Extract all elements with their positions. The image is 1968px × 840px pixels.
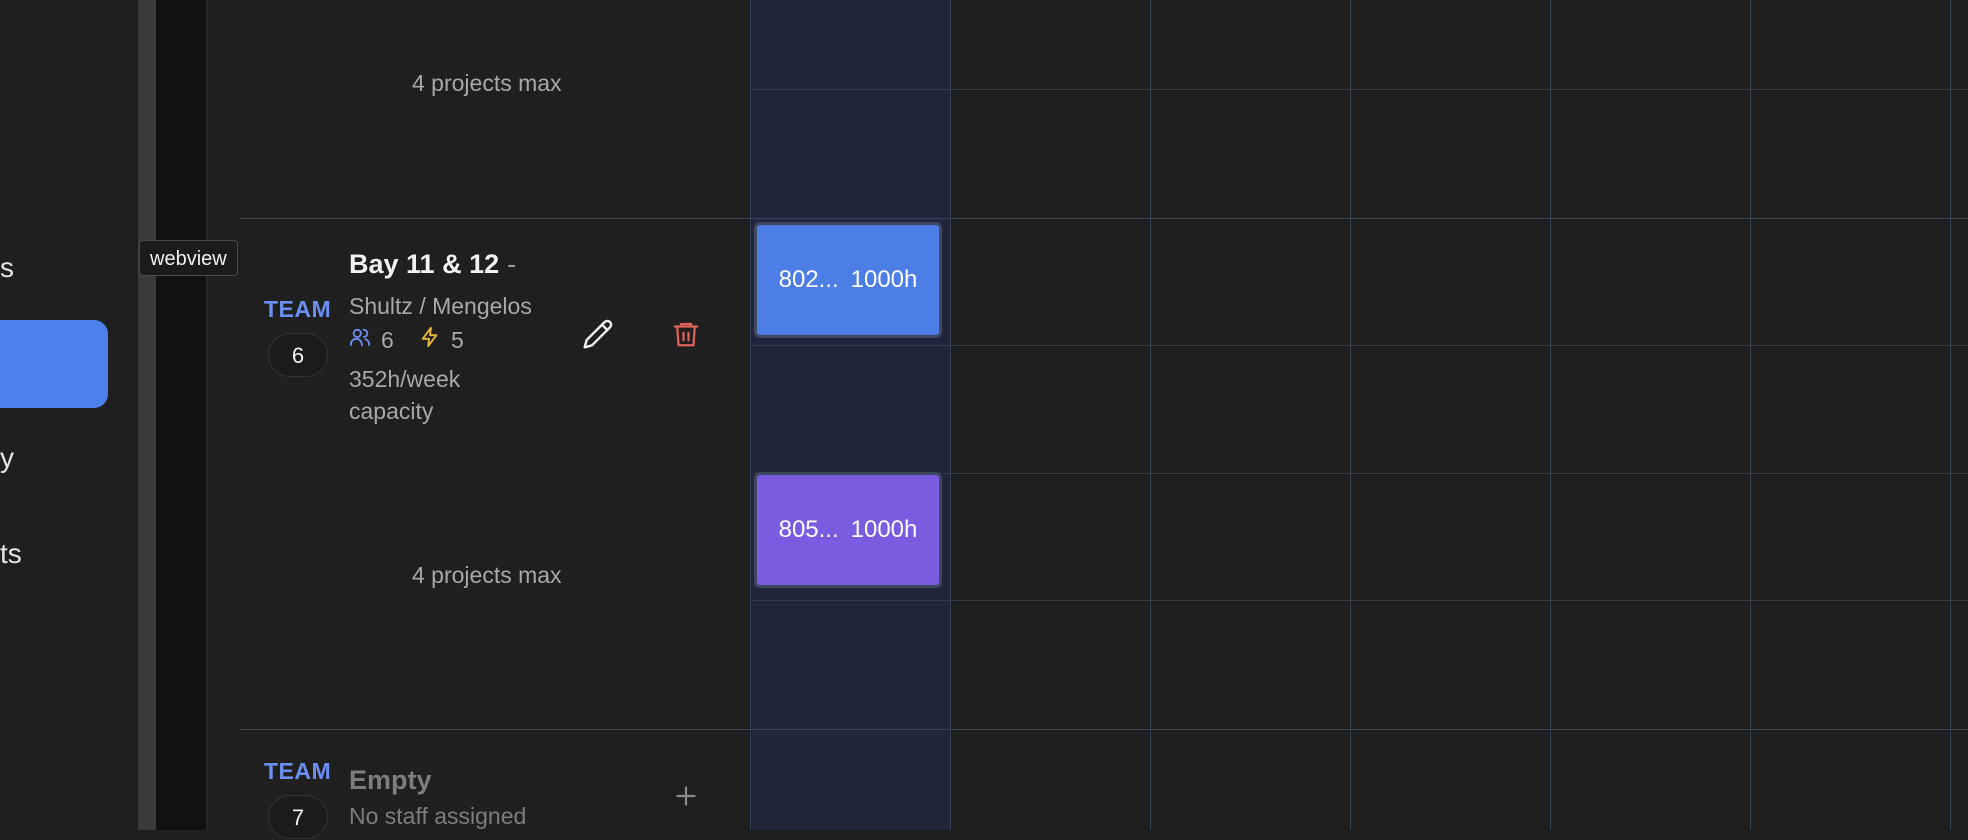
- grid-row-line: [750, 345, 1968, 346]
- power-count: 5: [419, 326, 464, 354]
- projects-max-label: 4 projects max: [412, 70, 562, 96]
- team-number-badge: 7: [268, 795, 328, 839]
- project-block[interactable]: 805... 1000h: [754, 472, 942, 588]
- capacity-line-1: 352h/week: [349, 366, 461, 392]
- add-staff-button[interactable]: [666, 778, 706, 818]
- project-hours: 1000h: [850, 516, 918, 543]
- team-subtitle: No staff assigned: [349, 803, 527, 829]
- grid-col-line: [750, 0, 751, 830]
- project-hours: 1000h: [850, 266, 918, 293]
- lightning-icon: [419, 326, 441, 354]
- grid-col-line: [1150, 0, 1151, 830]
- staff-count: 6: [349, 326, 394, 354]
- divider: [206, 0, 208, 830]
- team-row-divider: [240, 729, 1968, 730]
- webview-gutter: [156, 0, 206, 830]
- project-block[interactable]: 802... 1000h: [754, 222, 942, 338]
- webview-tooltip: webview: [139, 240, 238, 276]
- delete-team-button[interactable]: [666, 316, 706, 356]
- current-week-column: [752, 0, 950, 830]
- team-number-badge: 6: [268, 333, 328, 377]
- sidebar-item-active[interactable]: [0, 320, 108, 408]
- projects-max-label: 4 projects max: [412, 562, 562, 588]
- power-count-value: 5: [451, 326, 464, 353]
- grid-row-line: [750, 89, 1968, 90]
- team-title-text: Bay 11 & 12: [349, 249, 500, 279]
- grid-col-line: [1550, 0, 1551, 830]
- users-icon: [349, 326, 371, 354]
- team-title-suffix: -: [507, 249, 517, 279]
- team-label: TEAM: [264, 296, 332, 322]
- capacity-line-2: capacity: [349, 398, 434, 424]
- project-code: 805...: [778, 516, 839, 543]
- grid-col-line: [1750, 0, 1751, 830]
- team-label: TEAM: [264, 758, 332, 784]
- team-title: Bay 11 & 12-: [349, 249, 516, 280]
- sidebar: s y ts: [0, 0, 138, 830]
- team-row-divider: [240, 218, 1968, 219]
- sidebar-item-label-1[interactable]: s: [0, 252, 14, 284]
- staff-count-value: 6: [381, 326, 394, 353]
- sidebar-item-label-3[interactable]: ts: [0, 538, 22, 570]
- team-title: Empty: [349, 765, 432, 795]
- pencil-icon: [582, 318, 614, 355]
- sidebar-item-label-2[interactable]: y: [0, 442, 14, 474]
- team-subtitle: Shultz / Mengelos: [349, 293, 532, 319]
- plus-icon: [673, 783, 699, 814]
- edit-team-button[interactable]: [578, 316, 618, 356]
- grid-col-line: [1950, 0, 1951, 830]
- grid-row-line: [750, 600, 1968, 601]
- grid-col-line: [950, 0, 951, 830]
- grid-col-line: [1350, 0, 1351, 830]
- sidebar-resize-handle[interactable]: [138, 0, 156, 830]
- trash-icon: [671, 318, 701, 355]
- project-code: 802...: [778, 266, 839, 293]
